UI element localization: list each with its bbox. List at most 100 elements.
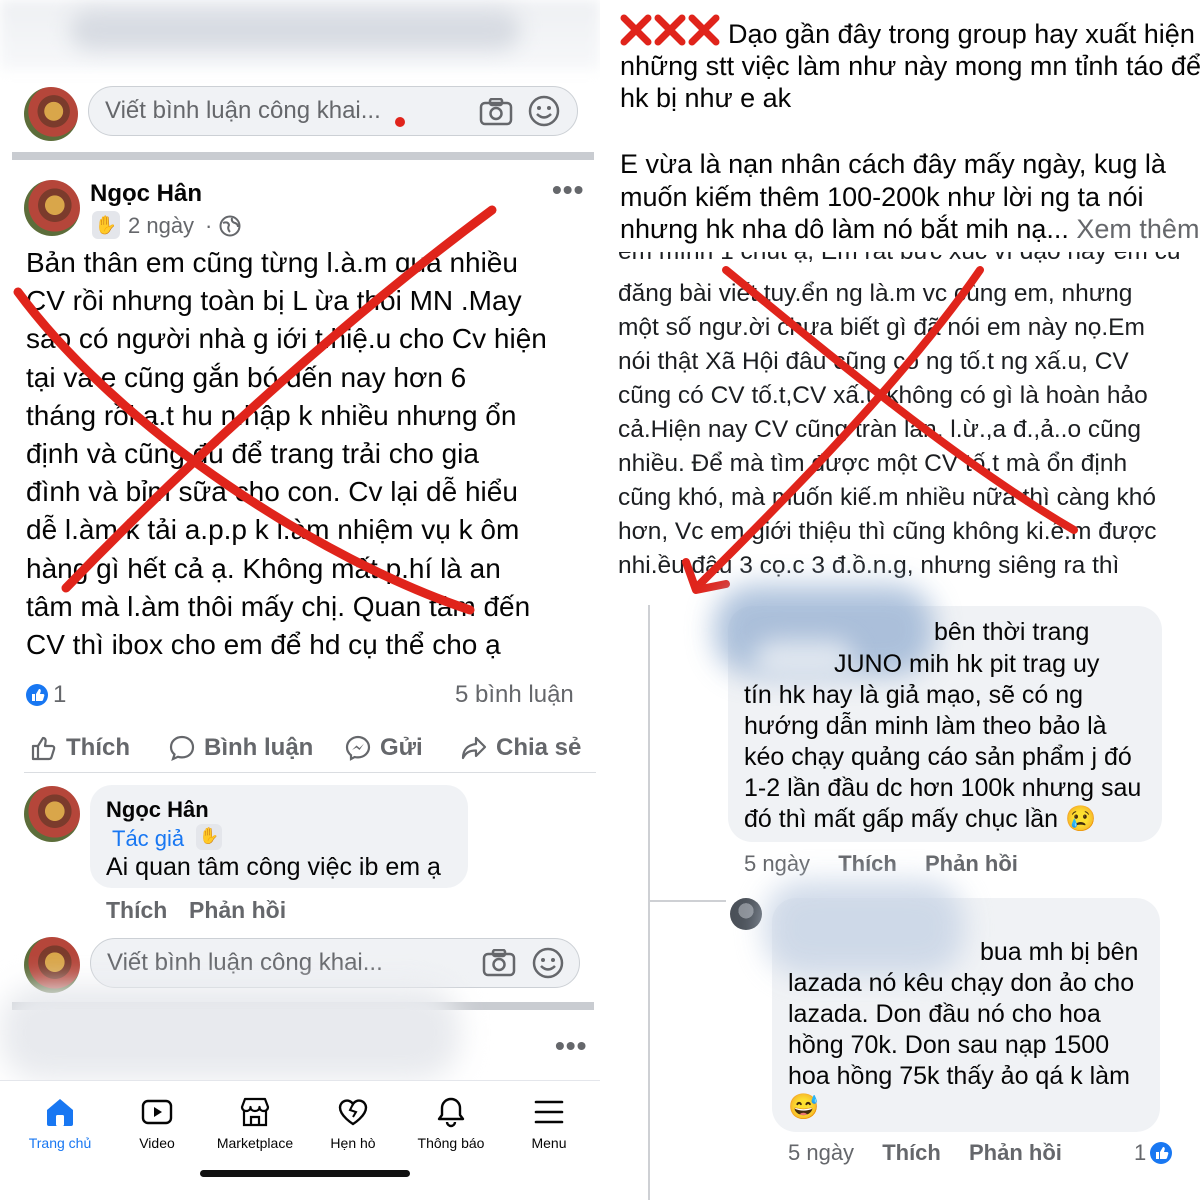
messenger-icon (345, 735, 371, 761)
nav-marketplace-label: Marketplace (216, 1135, 294, 1151)
share-button-label: Chia sẻ (496, 734, 582, 761)
like-reaction-icon[interactable] (1150, 1142, 1172, 1164)
home-icon (47, 1099, 73, 1126)
nav-marketplace[interactable]: Marketplace (205, 1095, 305, 1151)
reply-text: Ai quan tâm công việc ib em ạ (106, 853, 441, 881)
emoji-icon[interactable] (531, 946, 565, 980)
screenshot-text-line: cả.Hiện nay CV cũng tràn lan, l.ừ.,a đ.,… (618, 416, 1142, 443)
screenshot-text-line: đăng bài viết tuy.ển ng là.m vc cùng em,… (618, 280, 1133, 307)
thread-line (648, 605, 650, 1200)
comment-text-line: tín hk hay là giả mạo, sẽ có ng (744, 681, 1084, 709)
screenshot-text-line: nhi.ều đâu 3 cọ.c 3 đ.ồ.n.g, nhưng siêng… (618, 552, 1120, 579)
screenshot-text-line: em mình 1 chút ạ, Em rất bức xúc vì dạo … (618, 252, 1183, 269)
like-reaction-icon[interactable] (26, 684, 48, 706)
nav-dating-label: Hẹn hò (330, 1135, 376, 1151)
nav-video[interactable]: Video (107, 1095, 207, 1151)
comment-time[interactable]: 5 ngày (744, 851, 810, 876)
embedded-screenshot: em mình 1 chút ạ, Em rất bức xúc vì dạo … (604, 252, 1200, 597)
group-badge-icon: ✋ (196, 824, 222, 850)
comment-reaction-count[interactable]: 1 (1134, 1140, 1146, 1166)
bottom-navigation: Trang chủ Video Marketplace Hẹn hò Thông… (0, 1080, 600, 1200)
post-text-line: nhưng hk nha dô làm nó bắt mih nạ... Xem… (620, 213, 1199, 245)
post-time[interactable]: 2 ngày (128, 213, 194, 239)
like-button[interactable]: Thích (30, 734, 130, 762)
more-options-icon[interactable]: ••• (555, 1030, 587, 1062)
camera-icon[interactable] (482, 949, 516, 977)
comment-text-line: hướng dẫn minh làm theo bảo là (744, 712, 1107, 740)
comment-text-line: lazada nó kêu chạy don ảo cho (788, 969, 1135, 997)
thread-branch-line (650, 900, 726, 902)
comment-like-button[interactable]: Thích (882, 1140, 941, 1165)
like-button-label: Thích (66, 734, 130, 761)
reply-reply-button[interactable]: Phản hồi (189, 897, 286, 924)
blurred-next-post (0, 985, 460, 1080)
comment-text-line: 😅 (788, 1093, 820, 1121)
share-button[interactable]: Chia sẻ (460, 734, 581, 762)
reply-author-name[interactable]: Ngọc Hân (106, 797, 209, 823)
comment-count[interactable]: 5 bình luận (455, 681, 574, 709)
post-body-text: Bản thân em cũng từng l.à.m qua nhiều CV… (26, 247, 547, 661)
see-more-link[interactable]: Xem thêm (1076, 214, 1199, 244)
blurred-previous-post-content (70, 10, 520, 50)
post-text-line: E vừa là nạn nhân cách đây mấy ngày, kug… (620, 149, 1166, 179)
screenshot-text-line: một số ngư.ời chưa biết gì đã nói em này… (618, 314, 1145, 341)
post-separator (12, 152, 594, 160)
camera-icon[interactable] (479, 98, 513, 126)
screenshot-text-line: nhiều. Để mà tìm được một CV tố.t mà ổn … (618, 450, 1128, 477)
more-options-icon[interactable]: ••• (552, 174, 584, 206)
nav-home-label: Trang chủ (28, 1135, 92, 1151)
video-icon (141, 1099, 173, 1125)
comment-reply-button[interactable]: Phản hồi (969, 1140, 1062, 1165)
comment-reply-button[interactable]: Phản hồi (925, 851, 1018, 876)
nav-notifications[interactable]: Thông báo (401, 1095, 501, 1151)
meta-dot: · (205, 213, 213, 238)
red-x-warning-icon (620, 14, 720, 46)
comment-input-placeholder: Viết bình luận công khai... (105, 97, 381, 124)
send-button[interactable]: Gửi (344, 734, 423, 762)
nav-dating[interactable]: Hẹn hò (303, 1095, 403, 1151)
comment-text-line: kéo chạy quảng cáo sản phẩm j đó (744, 743, 1132, 771)
like-count[interactable]: 1 (53, 681, 66, 709)
screenshot-text-line: hơn, Vc em giới thiệu thì cũng không ki.… (618, 518, 1157, 545)
emoji-icon[interactable] (527, 94, 561, 128)
comment-meta: 5 ngày Thích Phản hồi (744, 851, 1040, 877)
comment-like-button[interactable]: Thích (838, 851, 897, 876)
post-author-avatar[interactable] (24, 180, 80, 236)
send-button-label: Gửi (380, 734, 423, 761)
comment-text-line: hồng 70k. Don sau nạp 1500 (788, 1031, 1110, 1059)
share-arrow-icon (461, 736, 487, 760)
comment-input-placeholder: Viết bình luận công khai... (107, 949, 383, 976)
dating-heart-icon (338, 1099, 368, 1126)
reply-author-avatar[interactable] (24, 786, 80, 842)
reply-like-button[interactable]: Thích (106, 897, 167, 924)
comment-text-line: đó thì mất gấp mấy chục lần 😢 (744, 805, 1097, 833)
comment-text-line: hoa hồng 75k thấy ảo qá k làm (788, 1062, 1130, 1090)
post-text-line: Dạo gần đây trong group hay xuất hiện (728, 19, 1195, 49)
comment-button[interactable]: Bình luận (168, 734, 313, 762)
post-text-line: hk bị như e ak (620, 83, 792, 113)
blurred-commenter-name (764, 880, 964, 975)
divider (24, 772, 596, 773)
comment-bubble-icon (169, 735, 195, 761)
nav-menu[interactable]: Menu (499, 1095, 599, 1151)
post-text-line: muốn kiếm thêm 100-200k như lời ng ta nó… (620, 182, 1144, 212)
menu-icon (534, 1100, 564, 1124)
comment-text-line: JUNO mih hk pit trag uy (834, 650, 1100, 678)
right-screenshot-panel: Dạo gần đây trong group hay xuất hiện nh… (604, 0, 1200, 1200)
comment-text-line: 1-2 lần đầu dc hơn 100k nhưng sau (744, 774, 1142, 802)
post-text-line: những stt việc làm như này mong mn tỉnh … (620, 51, 1200, 81)
nav-home[interactable]: Trang chủ (10, 1095, 110, 1151)
bell-icon (437, 1097, 465, 1128)
comment-time[interactable]: 5 ngày (788, 1140, 854, 1165)
screenshot-text-line: cũng có CV tố.t,CV xấ.u không có gì là h… (618, 382, 1148, 409)
nav-notifications-label: Thông báo (417, 1135, 485, 1151)
home-indicator (200, 1170, 410, 1177)
screenshot-text-line: cũng khó, mà muốn kiế.m nhiều nữa thì cà… (618, 484, 1157, 511)
commenter-avatar[interactable] (730, 898, 762, 930)
marketplace-icon (240, 1097, 270, 1127)
thumbs-up-icon (31, 736, 56, 761)
comment-button-label: Bình luận (204, 734, 314, 761)
post-author-name[interactable]: Ngọc Hân (90, 180, 202, 208)
comment-meta: 5 ngày Thích Phản hồi (788, 1140, 1084, 1166)
comment-text-line: bua mh bị bên (980, 938, 1139, 966)
